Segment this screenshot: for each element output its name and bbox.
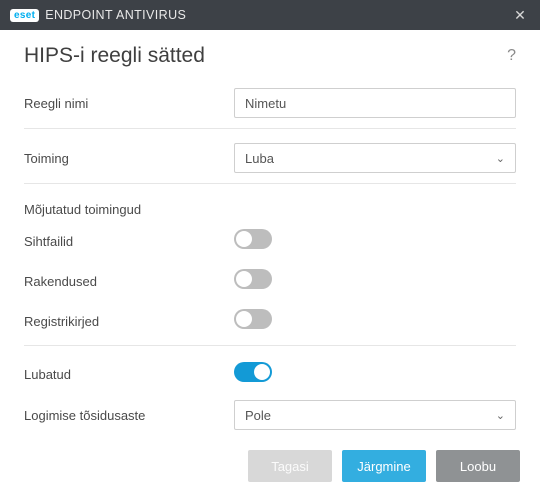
registry-label: Registrikirjed <box>24 314 234 329</box>
log-severity-value: Pole <box>245 408 271 423</box>
dialog-window: eset ENDPOINT ANTIVIRUS ✕ HIPS-i reegli … <box>0 0 540 500</box>
affected-operations-heading: Mõjutatud toimingud <box>24 192 516 221</box>
help-icon[interactable]: ? <box>507 47 516 65</box>
back-button: Tagasi <box>248 450 332 482</box>
row-enabled: Lubatud <box>24 354 516 394</box>
page-title: HIPS-i reegli sätted <box>24 44 507 68</box>
chevron-down-icon: ⌄ <box>496 409 505 422</box>
log-severity-select[interactable]: Pole ⌄ <box>234 400 516 430</box>
log-severity-label: Logimise tõsidusaste <box>24 408 234 423</box>
action-label: Toiming <box>24 151 234 166</box>
applications-label: Rakendused <box>24 274 234 289</box>
row-applications: Rakendused <box>24 261 516 301</box>
dialog-footer: Tagasi Järgmine Loobu <box>0 436 540 500</box>
divider <box>24 128 516 129</box>
dialog-content: Reegli nimi Toiming Luba ⌄ Mõjutatud toi… <box>0 74 540 436</box>
rule-name-input[interactable] <box>234 88 516 118</box>
enabled-label: Lubatud <box>24 367 234 382</box>
enabled-toggle[interactable] <box>234 362 272 382</box>
divider <box>24 183 516 184</box>
chevron-down-icon: ⌄ <box>496 152 505 165</box>
brand-badge: eset <box>10 9 39 22</box>
row-rule-name: Reegli nimi <box>24 82 516 124</box>
action-select-value: Luba <box>245 151 274 166</box>
target-files-label: Sihtfailid <box>24 234 234 249</box>
close-icon[interactable]: ✕ <box>510 7 530 24</box>
row-action: Toiming Luba ⌄ <box>24 137 516 179</box>
divider <box>24 345 516 346</box>
row-log-severity: Logimise tõsidusaste Pole ⌄ <box>24 394 516 436</box>
row-registry: Registrikirjed <box>24 301 516 341</box>
applications-toggle[interactable] <box>234 269 272 289</box>
cancel-button[interactable]: Loobu <box>436 450 520 482</box>
next-button[interactable]: Järgmine <box>342 450 426 482</box>
row-target-files: Sihtfailid <box>24 221 516 261</box>
dialog-header: HIPS-i reegli sätted ? <box>0 30 540 74</box>
rule-name-label: Reegli nimi <box>24 96 234 111</box>
target-files-toggle[interactable] <box>234 229 272 249</box>
product-name: ENDPOINT ANTIVIRUS <box>45 8 510 22</box>
action-select[interactable]: Luba ⌄ <box>234 143 516 173</box>
registry-toggle[interactable] <box>234 309 272 329</box>
titlebar: eset ENDPOINT ANTIVIRUS ✕ <box>0 0 540 30</box>
